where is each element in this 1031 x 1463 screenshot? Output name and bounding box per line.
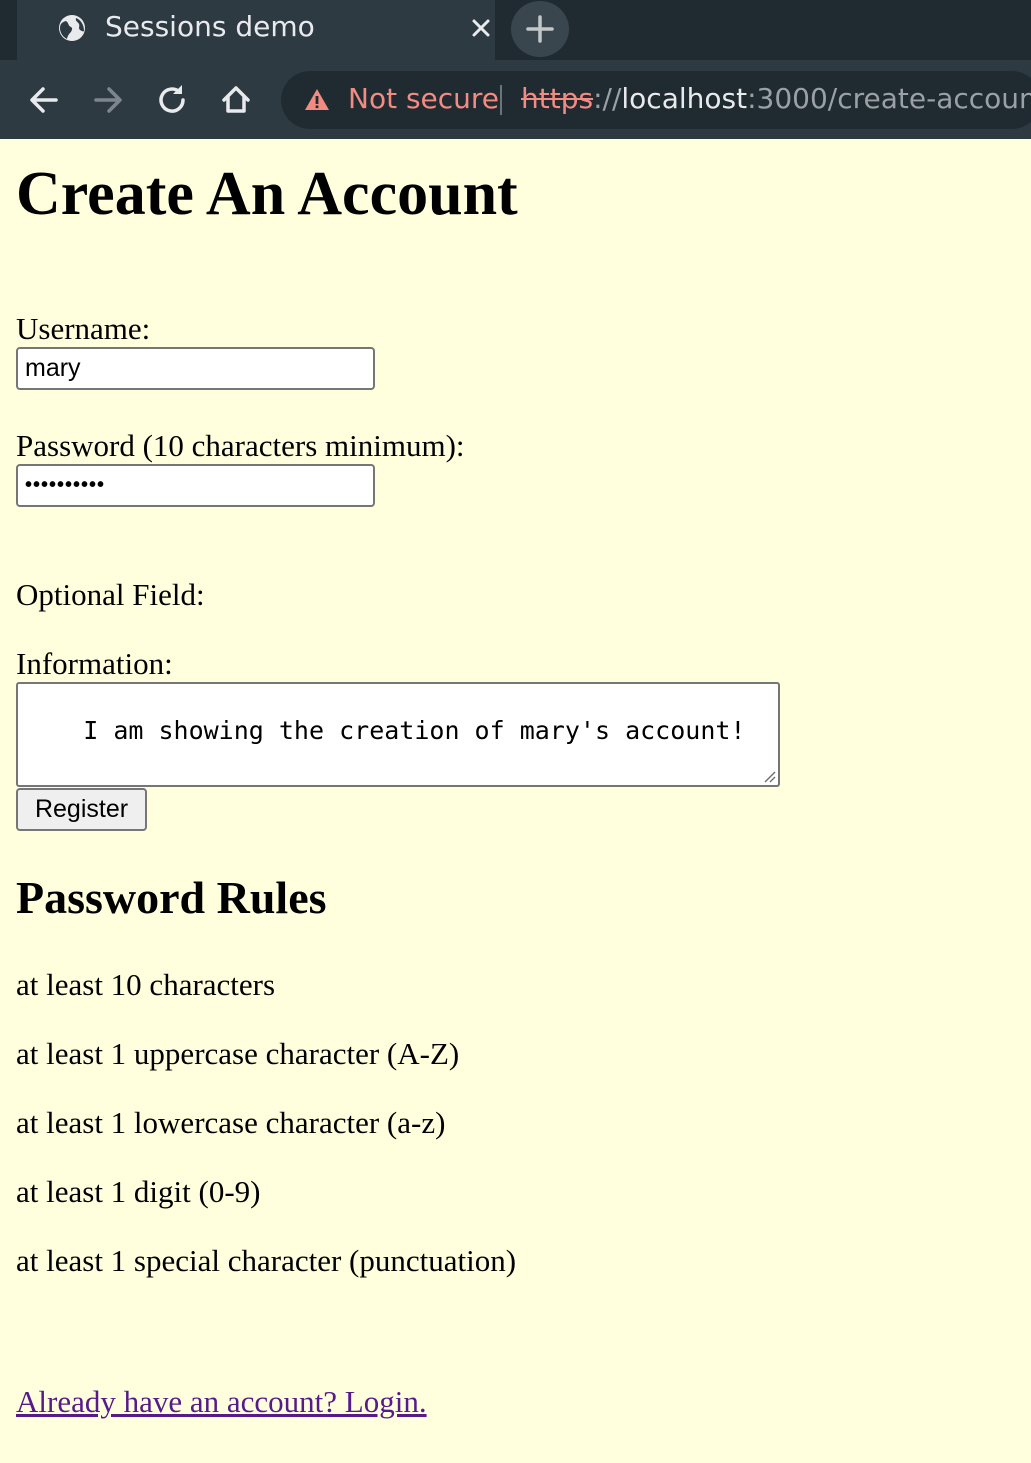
rule-item: at least 1 digit (0-9) <box>16 1174 261 1209</box>
rule-item: at least 1 uppercase character (A-Z) <box>16 1036 460 1071</box>
browser-chrome: Sessions demo Not secure https://localho… <box>0 0 1031 139</box>
browser-tab[interactable]: Sessions demo <box>17 0 495 62</box>
toolbar: Not secure https://localhost:3000/create… <box>0 60 1031 139</box>
username-input[interactable]: mary <box>16 347 375 390</box>
information-label: Information: <box>16 646 173 681</box>
forward-arrow-icon[interactable] <box>88 80 128 120</box>
rule-item: at least 1 lowercase character (a-z) <box>16 1105 446 1140</box>
page-title: Create An Account <box>16 160 518 228</box>
tab-strip: Sessions demo <box>0 0 1031 62</box>
username-label: Username: <box>16 311 151 346</box>
url-separator: :// <box>593 82 622 115</box>
warning-icon[interactable] <box>303 86 331 114</box>
url-scheme: https <box>521 82 594 115</box>
home-icon[interactable] <box>216 80 256 120</box>
url-host: localhost <box>621 82 748 115</box>
rule-item: at least 1 special character (punctuatio… <box>16 1243 517 1278</box>
globe-icon <box>59 15 85 41</box>
rule-item: at least 10 characters <box>16 967 276 1002</box>
divider <box>500 85 502 115</box>
password-rules-heading: Password Rules <box>16 872 327 923</box>
url-path: :3000/create-account <box>747 82 1031 115</box>
optional-field-label: Optional Field: <box>16 577 205 612</box>
tab-title: Sessions demo <box>105 10 315 43</box>
reload-icon[interactable] <box>152 80 192 120</box>
plus-icon <box>526 15 554 43</box>
close-icon[interactable] <box>465 12 497 44</box>
back-arrow-icon[interactable] <box>24 80 64 120</box>
password-input[interactable]: •••••••••• <box>16 464 375 507</box>
url-text[interactable]: https://localhost:3000/create-account <box>521 82 1031 115</box>
information-text: I am showing the creation of mary's acco… <box>83 716 746 745</box>
information-textarea[interactable]: I am showing the creation of mary's acco… <box>16 682 780 787</box>
security-status[interactable]: Not secure <box>348 82 499 115</box>
register-button[interactable]: Register <box>16 788 147 831</box>
login-link[interactable]: Already have an account? Login. <box>16 1384 427 1420</box>
password-label: Password (10 characters minimum): <box>16 428 465 463</box>
address-bar[interactable]: Not secure https://localhost:3000/create… <box>281 71 1031 129</box>
resize-grip-icon[interactable] <box>762 769 776 783</box>
new-tab-button[interactable] <box>511 1 569 57</box>
